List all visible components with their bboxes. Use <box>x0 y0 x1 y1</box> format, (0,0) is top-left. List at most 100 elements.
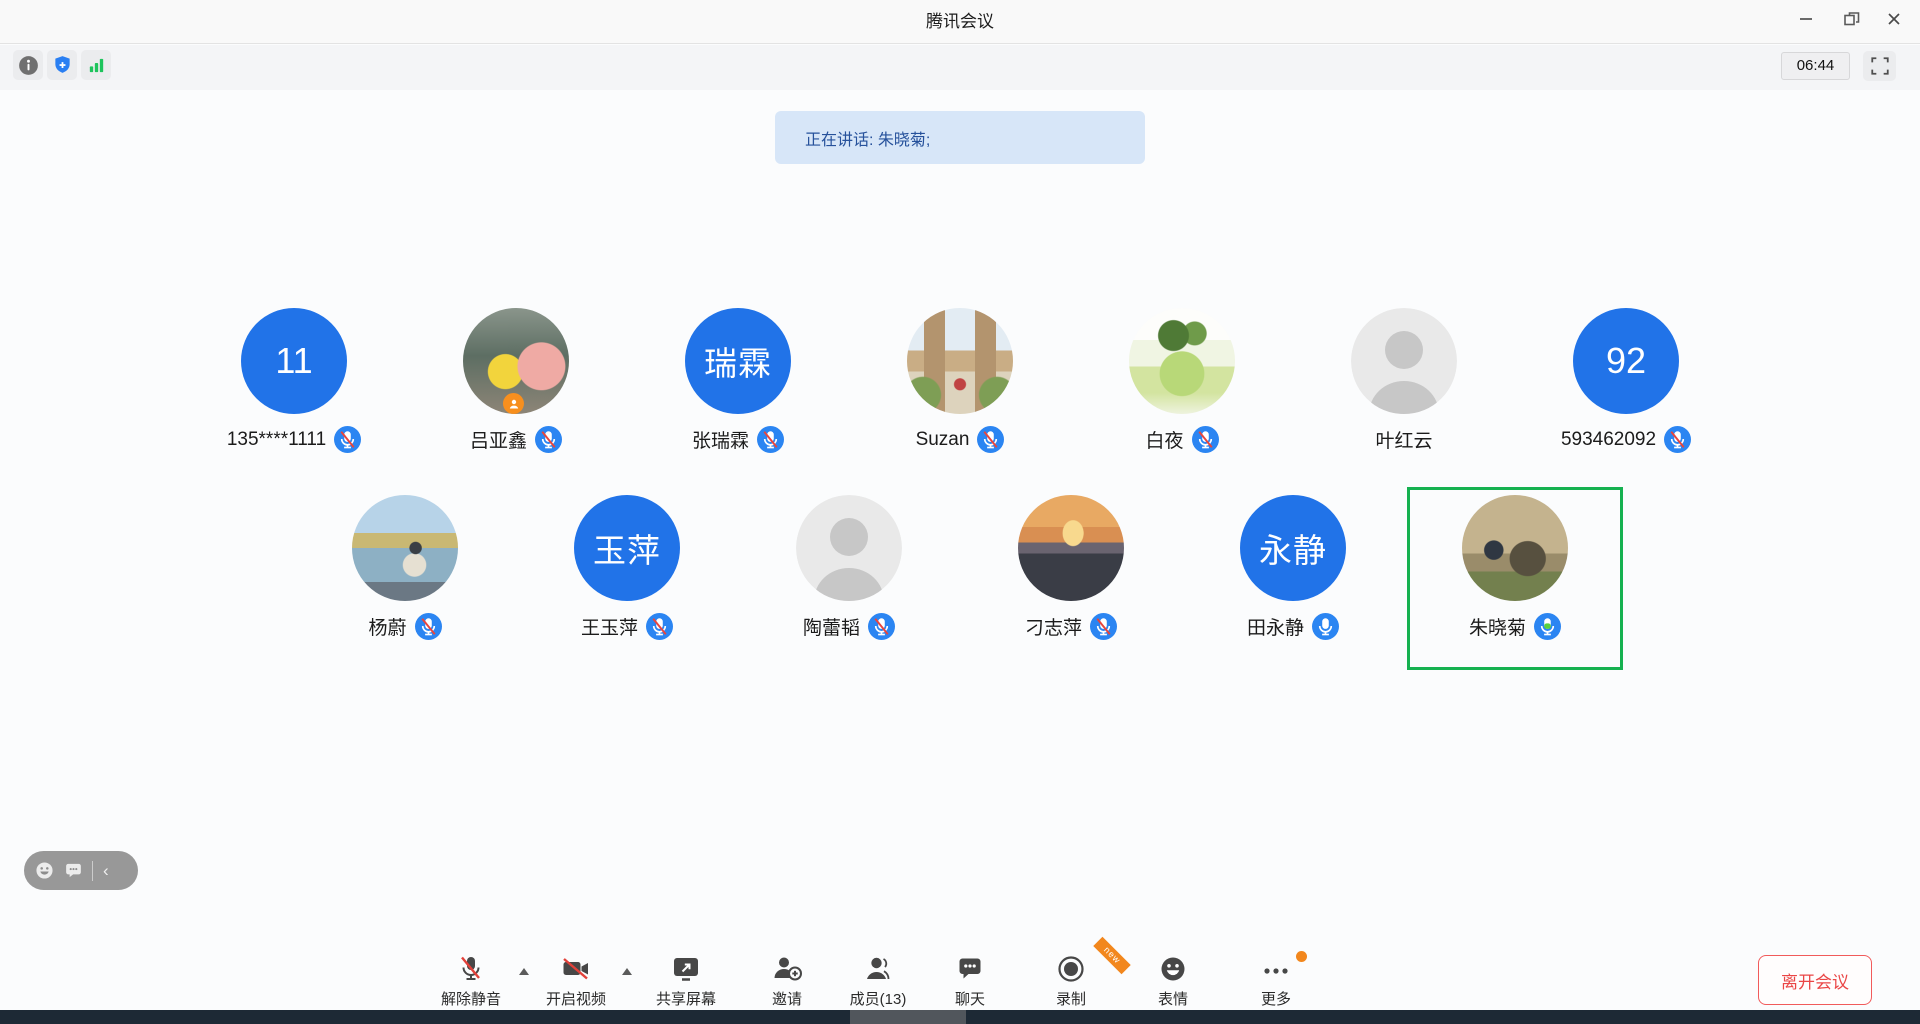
members-icon <box>833 952 923 986</box>
more-button[interactable]: 更多 <box>1231 952 1321 1009</box>
video-options-expander[interactable] <box>619 964 635 978</box>
avatar: 瑞霖 <box>685 308 791 414</box>
avatar-silhouette <box>796 495 902 601</box>
window-title: 腾讯会议 <box>0 0 1920 44</box>
meeting-info-button[interactable] <box>13 50 43 80</box>
participant-name: 叶红云 <box>1375 426 1432 453</box>
participant-name: 朱晓菊 <box>1469 613 1526 640</box>
participant-name: 张瑞霖 <box>692 426 749 453</box>
mic-muted-icon <box>977 426 1004 453</box>
mic-speaking-icon <box>1534 613 1561 640</box>
participant-name: 593462092 <box>1561 429 1656 451</box>
chevron-up-icon <box>622 968 632 975</box>
participant-tile[interactable]: 白夜 <box>1074 300 1290 483</box>
info-icon <box>16 53 41 78</box>
mic-muted-icon <box>1664 426 1691 453</box>
mic-muted-icon <box>535 426 562 453</box>
participant-tile[interactable]: 玉萍 王玉萍 <box>519 487 735 670</box>
participant-name: 陶蕾韬 <box>803 613 860 640</box>
participant-name: 135****1111 <box>227 429 326 451</box>
notification-dot <box>1296 951 1307 962</box>
chat-button[interactable]: 聊天 <box>925 952 1015 1009</box>
participant-name: 田永静 <box>1247 613 1304 640</box>
mic-off-icon <box>426 952 516 986</box>
chat-bubble-icon[interactable] <box>63 860 84 881</box>
mic-muted-icon <box>868 613 895 640</box>
participant-tile[interactable]: 永静 田永静 <box>1185 487 1401 670</box>
signal-bars-icon <box>84 53 109 78</box>
network-quality-button[interactable] <box>81 50 111 80</box>
avatar-photo <box>352 495 458 601</box>
participant-tile[interactable]: 陶蕾韬 <box>741 487 957 670</box>
avatar-photo <box>907 308 1013 414</box>
person-silhouette-icon <box>796 495 902 601</box>
phone-user-badge <box>503 393 524 414</box>
participant-name: 杨蔚 <box>368 613 406 640</box>
avatar: 永静 <box>1240 495 1346 601</box>
participant-tile[interactable]: Suzan <box>852 300 1068 483</box>
titlebar: 腾讯会议 <box>0 0 1920 44</box>
emoji-icon <box>1128 952 1218 986</box>
close-button[interactable] <box>1876 4 1912 34</box>
participant-name: 白夜 <box>1145 426 1183 453</box>
camera-off-icon <box>531 952 621 986</box>
chat-icon <box>925 952 1015 986</box>
mic-muted-icon <box>415 613 442 640</box>
mic-on-icon <box>1312 613 1339 640</box>
participant-tile[interactable]: 刁志萍 <box>963 487 1179 670</box>
mic-muted-icon <box>1090 613 1117 640</box>
mic-muted-icon <box>757 426 784 453</box>
fullscreen-button[interactable] <box>1863 51 1896 81</box>
smiley-icon[interactable] <box>34 860 55 881</box>
participant-tile[interactable]: 11 135****1111 <box>186 300 402 483</box>
person-silhouette-icon <box>1351 308 1457 414</box>
members-button[interactable]: 成员(13) <box>833 952 923 1009</box>
participant-tile-speaking[interactable]: 朱晓菊 <box>1407 487 1623 670</box>
record-button[interactable]: new 录制 <box>1026 952 1116 1009</box>
avatar-photo <box>1018 495 1124 601</box>
share-screen-button[interactable]: 共享屏幕 <box>641 952 731 1009</box>
mic-muted-icon <box>646 613 673 640</box>
leave-meeting-button[interactable]: 离开会议 <box>1758 955 1872 1005</box>
minimize-button[interactable] <box>1788 4 1824 34</box>
taskbar-edge <box>0 1010 1920 1024</box>
participant-name: 刁志萍 <box>1025 613 1082 640</box>
mic-muted-icon <box>1192 426 1219 453</box>
share-screen-icon <box>641 952 731 986</box>
speaking-banner: 正在讲话: 朱晓菊; <box>775 111 1145 164</box>
participants-row-2: 杨蔚 玉萍 王玉萍 <box>0 487 1920 670</box>
avatar-photo <box>1462 495 1568 601</box>
start-video-button[interactable]: 开启视频 <box>531 952 621 1009</box>
speaking-banner-text: 正在讲话: 朱晓菊; <box>805 126 930 150</box>
avatar: 玉萍 <box>574 495 680 601</box>
participant-tile[interactable]: 瑞霖 张瑞霖 <box>630 300 846 483</box>
participant-tile[interactable]: 吕亚鑫 <box>408 300 624 483</box>
top-toolbar <box>0 45 1920 90</box>
meeting-window: 腾讯会议 <box>0 0 1920 1024</box>
avatar-silhouette <box>1351 308 1457 414</box>
participant-tile[interactable]: 92 593462092 <box>1518 300 1734 483</box>
reactions-button[interactable]: 表情 <box>1128 952 1218 1009</box>
participants-row-1: 11 135****1111 吕亚鑫 <box>0 300 1920 483</box>
more-icon <box>1231 952 1321 986</box>
security-button[interactable] <box>47 50 77 80</box>
invite-button[interactable]: 邀请 <box>742 952 832 1009</box>
avatar: 92 <box>1573 308 1679 414</box>
avatar-photo <box>463 308 569 414</box>
collapse-chevron-icon[interactable]: ‹ <box>101 862 111 879</box>
participant-tile[interactable]: 叶红云 <box>1296 300 1512 483</box>
record-icon: new <box>1026 952 1116 986</box>
chevron-up-icon <box>519 968 529 975</box>
participant-name: 吕亚鑫 <box>470 426 527 453</box>
participant-tile[interactable]: 杨蔚 <box>297 487 513 670</box>
reaction-pill: ‹ <box>24 851 138 890</box>
close-icon <box>1885 10 1903 28</box>
minimize-icon <box>1796 9 1816 29</box>
pill-divider <box>92 861 93 881</box>
avatar: 11 <box>241 308 347 414</box>
fullscreen-icon <box>1869 55 1891 77</box>
unmute-button[interactable]: 解除静音 <box>426 952 516 1009</box>
invite-icon <box>742 952 832 986</box>
audio-options-expander[interactable] <box>516 964 532 978</box>
restore-button[interactable] <box>1833 4 1869 34</box>
